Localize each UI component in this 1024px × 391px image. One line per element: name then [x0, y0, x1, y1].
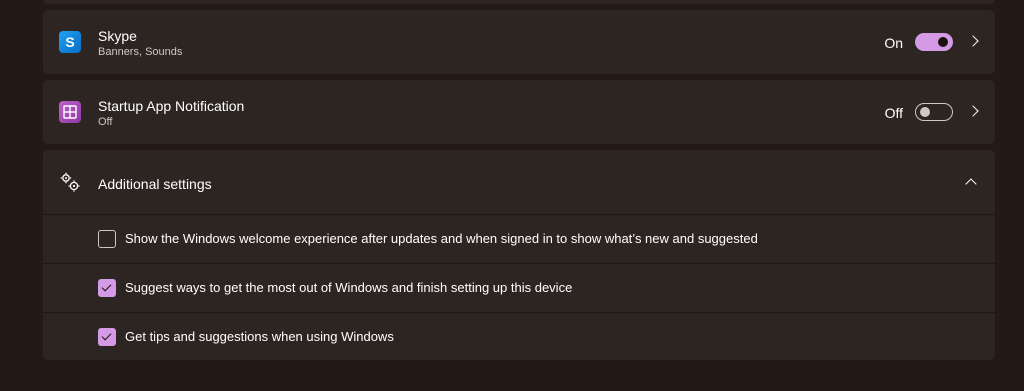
toggle-knob — [920, 107, 930, 117]
additional-settings-header[interactable]: Additional settings — [43, 150, 995, 214]
notification-row-startup-app[interactable]: Startup App Notification Off Off — [43, 80, 995, 144]
chevron-right-icon[interactable] — [967, 105, 979, 117]
app-notification-detail: Off — [98, 116, 113, 128]
toggle-knob — [938, 37, 948, 47]
app-name: Skype — [98, 28, 137, 44]
toggle-state-label: Off — [884, 105, 903, 121]
setting-option-row[interactable]: Get tips and suggestions when using Wind… — [43, 312, 995, 360]
suggest-setup-checkbox[interactable] — [98, 279, 116, 297]
additional-settings-panel: Additional settings Show the Windows wel… — [43, 150, 995, 360]
setting-option-row[interactable]: Show the Windows welcome experience afte… — [43, 214, 995, 263]
welcome-experience-checkbox[interactable] — [98, 230, 116, 248]
chevron-right-icon[interactable] — [967, 35, 979, 47]
notification-toggle-skype[interactable] — [915, 33, 953, 51]
option-label: Get tips and suggestions when using Wind… — [125, 329, 394, 344]
option-label: Show the Windows welcome experience afte… — [125, 231, 758, 246]
skype-icon: S — [59, 31, 81, 53]
chevron-up-icon[interactable] — [965, 178, 977, 190]
startup-app-icon — [59, 101, 81, 123]
toggle-state-label: On — [884, 35, 903, 51]
notification-toggle-startup-app[interactable] — [915, 103, 953, 121]
notification-row-skype[interactable]: S Skype Banners, Sounds On — [43, 10, 995, 74]
setting-option-row[interactable]: Suggest ways to get the most out of Wind… — [43, 263, 995, 312]
gear-icon — [59, 171, 81, 193]
app-notification-detail: Banners, Sounds — [98, 46, 183, 58]
previous-card-edge — [43, 0, 995, 4]
additional-settings-title: Additional settings — [98, 176, 212, 192]
app-name: Startup App Notification — [98, 98, 245, 114]
option-label: Suggest ways to get the most out of Wind… — [125, 280, 573, 295]
tips-suggestions-checkbox[interactable] — [98, 328, 116, 346]
